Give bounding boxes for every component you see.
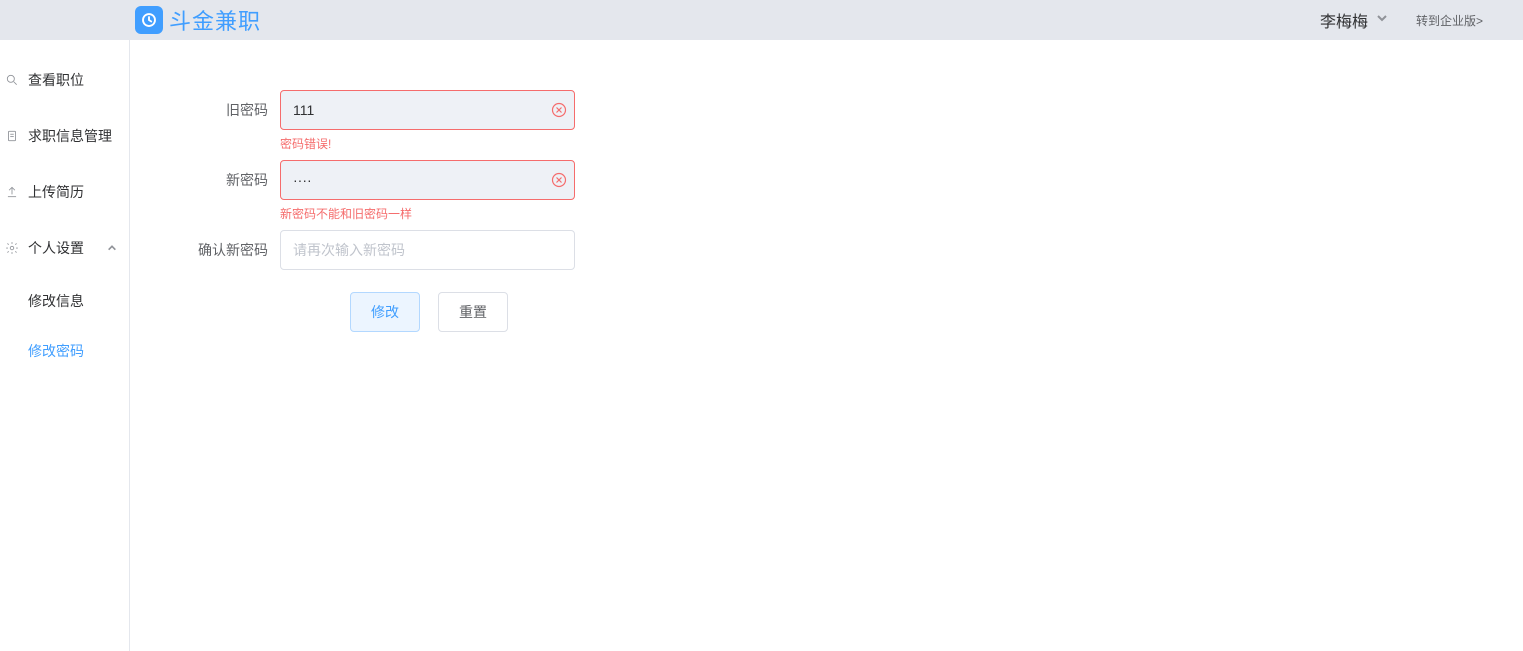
app-header: 斗金兼职 李梅梅 转到企业版> [0,0,1523,40]
sidebar-item-jobs[interactable]: 查看职位 [0,52,129,108]
change-password-form: 旧密码 密码错误! 新密码 [170,90,1120,332]
old-password-error: 密码错误! [280,134,1120,160]
sidebar-submenu: 修改信息 修改密码 [0,276,129,376]
brand-title: 斗金兼职 [169,4,261,36]
search-icon [4,73,20,87]
form-row-confirm-password: 确认新密码 [170,230,1120,270]
sidebar-item-jobinfo[interactable]: 求职信息管理 [0,108,129,164]
user-menu[interactable]: 李梅梅 [1320,8,1388,32]
brand-logo-icon [135,6,163,34]
chevron-up-icon [107,240,117,256]
sidebar: 查看职位 求职信息管理 上传简历 个人设置 [0,40,130,651]
old-password-input[interactable] [280,90,575,130]
document-icon [4,129,20,143]
form-row-old-password: 旧密码 [170,90,1120,130]
form-actions: 修改 重置 [350,292,1120,332]
submenu-item-edit-info[interactable]: 修改信息 [28,276,129,326]
reset-button[interactable]: 重置 [438,292,508,332]
sidebar-item-label: 求职信息管理 [28,126,112,146]
upload-icon [4,185,20,199]
submit-button[interactable]: 修改 [350,292,420,332]
new-password-error: 新密码不能和旧密码一样 [280,204,1120,230]
submenu-item-label: 修改密码 [28,341,84,361]
user-name: 李梅梅 [1320,8,1368,32]
confirm-password-label: 确认新密码 [170,230,280,270]
form-row-new-password: 新密码 [170,160,1120,200]
submenu-item-label: 修改信息 [28,291,84,311]
error-circle-icon [551,172,567,188]
sidebar-item-label: 查看职位 [28,70,84,90]
brand-block: 斗金兼职 [135,4,261,36]
sidebar-item-settings[interactable]: 个人设置 [0,220,129,276]
sidebar-item-label: 个人设置 [28,238,84,258]
switch-enterprise-link[interactable]: 转到企业版> [1416,12,1483,29]
gear-icon [4,241,20,255]
submenu-item-change-password[interactable]: 修改密码 [28,326,129,376]
new-password-label: 新密码 [170,160,280,200]
confirm-password-input[interactable] [280,230,575,270]
new-password-input[interactable] [280,160,575,200]
main-content: 旧密码 密码错误! 新密码 [130,40,1523,651]
sidebar-item-upload-resume[interactable]: 上传简历 [0,164,129,220]
chevron-down-icon [1376,11,1388,29]
error-circle-icon [551,102,567,118]
sidebar-item-label: 上传简历 [28,182,84,202]
old-password-label: 旧密码 [170,90,280,130]
